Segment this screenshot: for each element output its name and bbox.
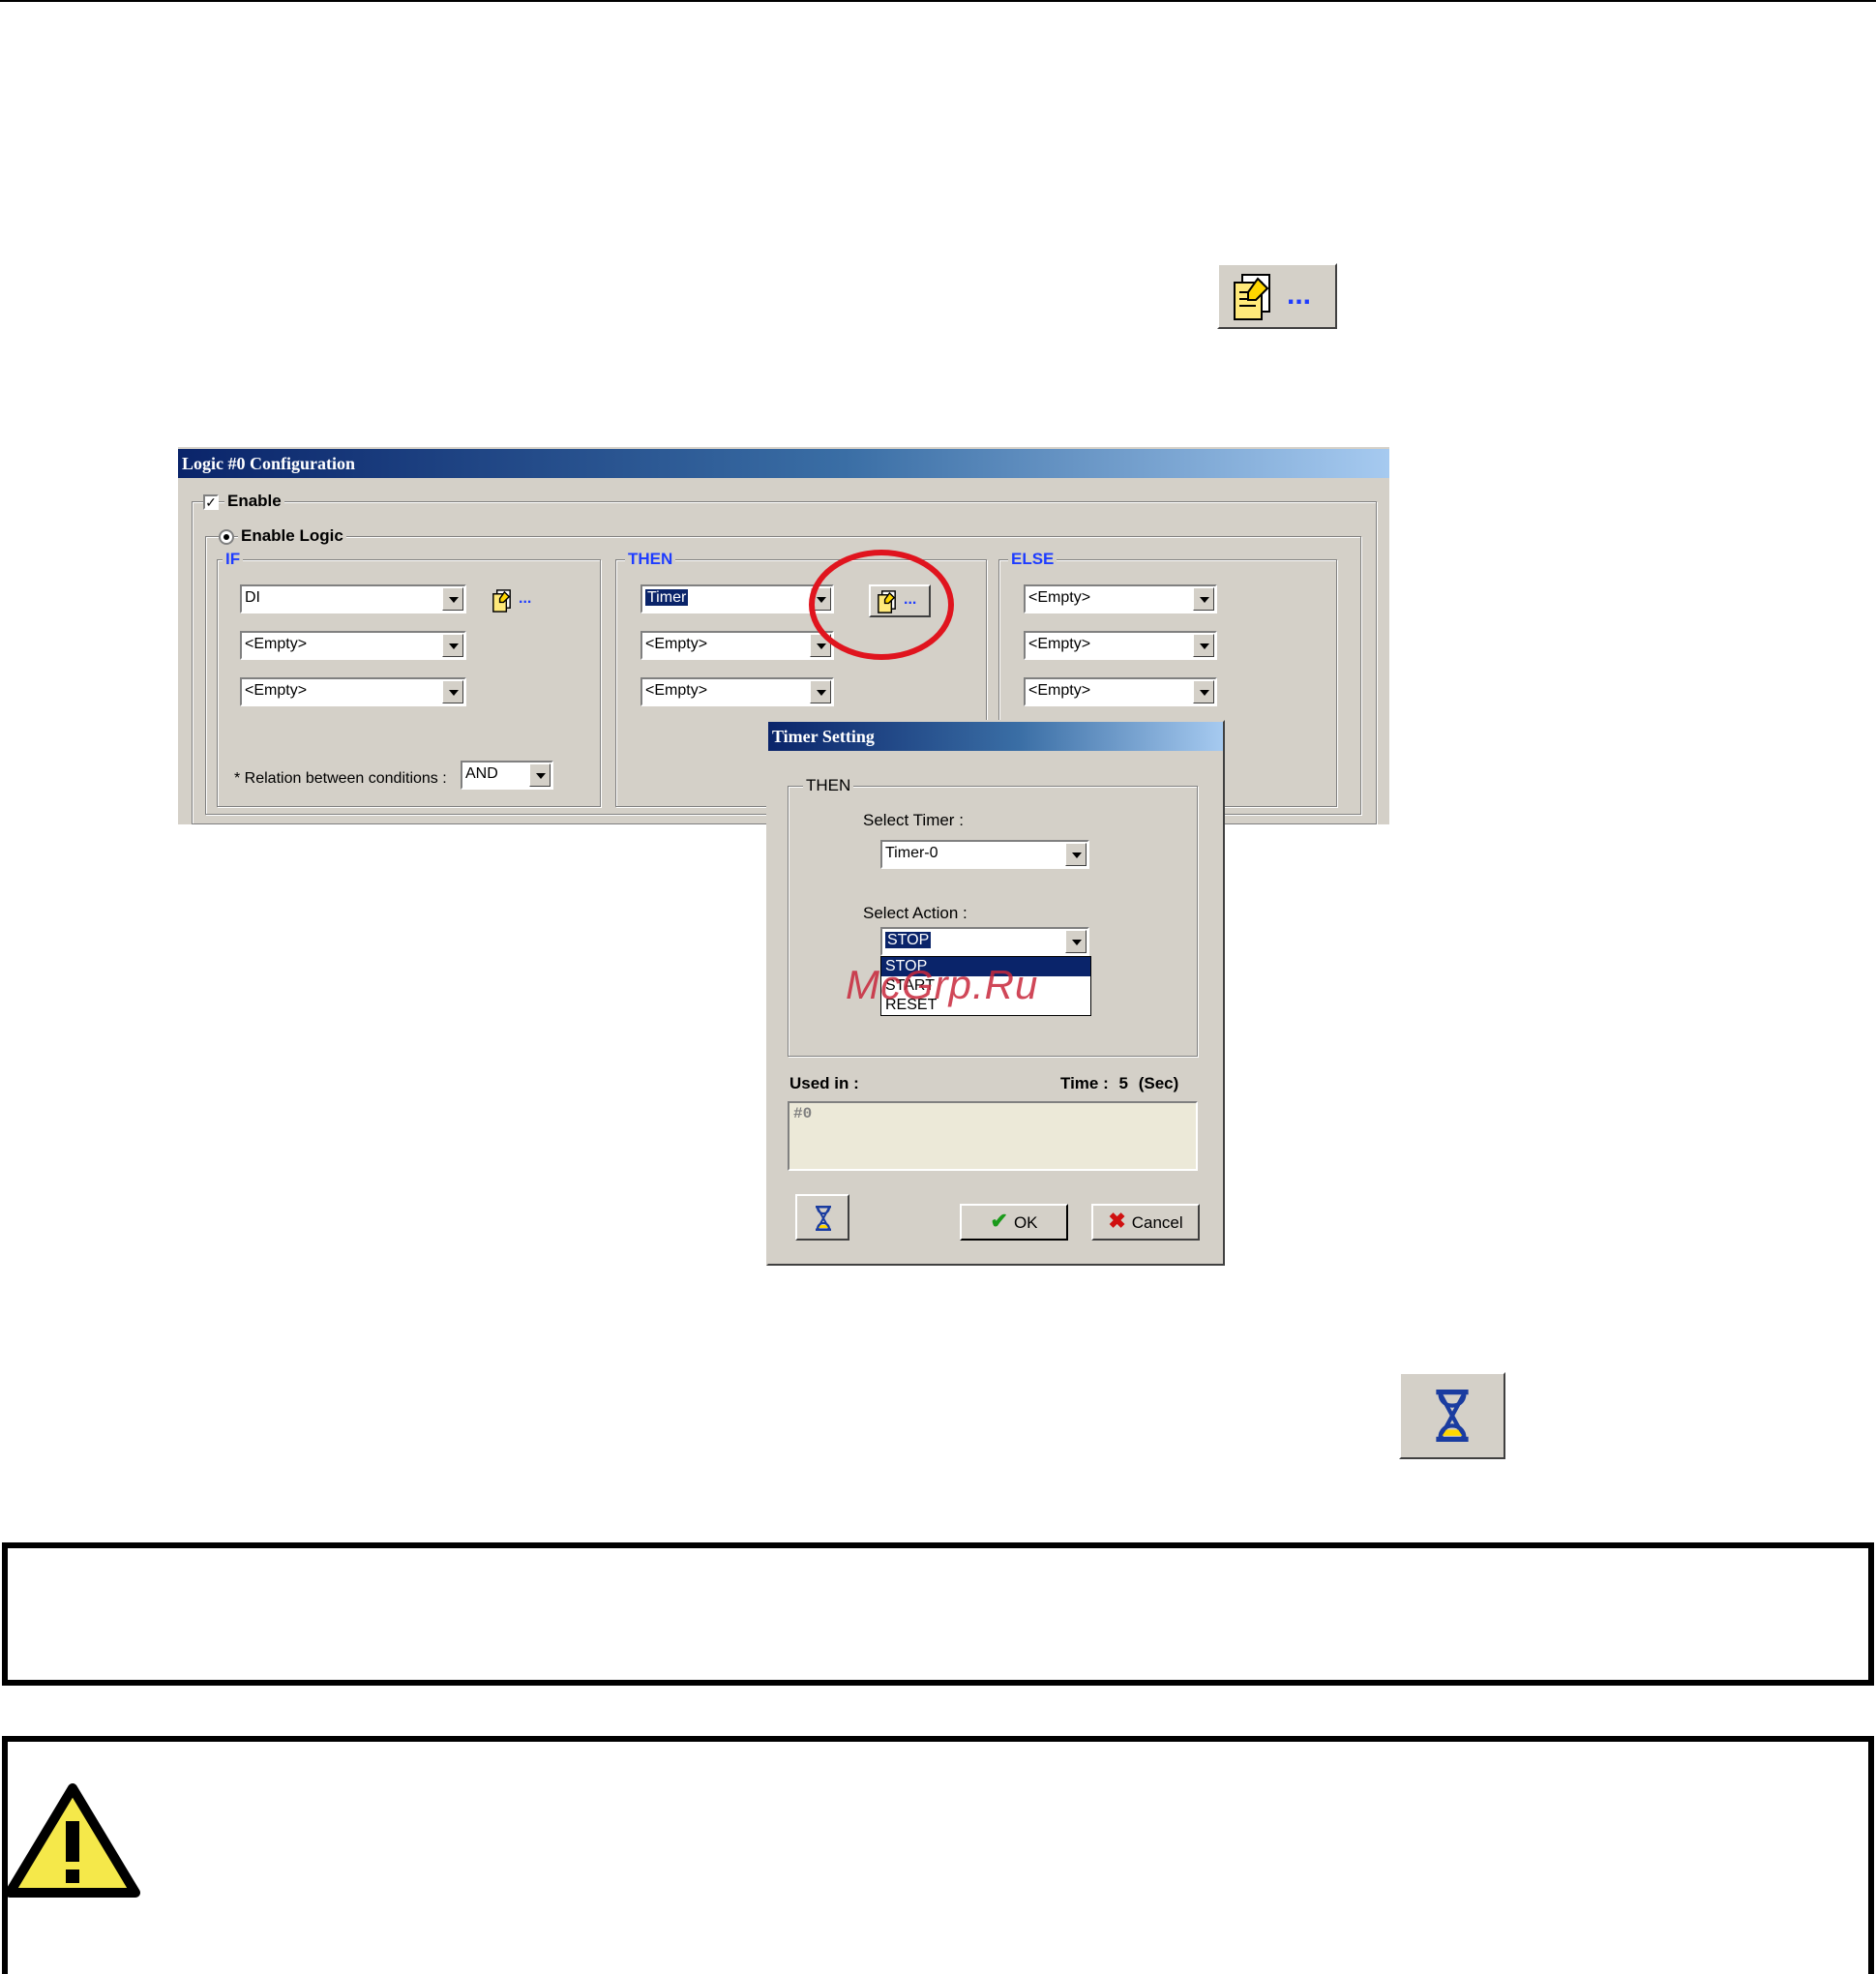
if-condition-2[interactable]: <Empty> <box>240 631 466 660</box>
select-timer-combo[interactable]: Timer-0 <box>880 840 1089 869</box>
if-property-dots: ... <box>519 590 532 607</box>
then-action-2[interactable]: <Empty> <box>640 631 834 660</box>
cancel-label: Cancel <box>1131 1213 1183 1232</box>
timer-then-legend: THEN <box>803 776 854 795</box>
property-sheet-icon <box>1234 274 1270 320</box>
if-condition-1[interactable]: DI <box>240 584 466 613</box>
relation-label: * Relation between conditions : <box>234 770 447 787</box>
hourglass-icon <box>816 1206 831 1231</box>
used-in-box: #0 <box>788 1101 1198 1171</box>
chevron-down-icon <box>1193 587 1214 611</box>
top-rule <box>0 0 1876 2</box>
chevron-down-icon <box>442 634 463 657</box>
note-box <box>2 1542 1874 1686</box>
highlight-circle <box>809 550 954 660</box>
time-readout: Time : 5 (Sec) <box>1060 1074 1178 1093</box>
chevron-down-icon <box>1065 930 1087 953</box>
else-action-2[interactable]: <Empty> <box>1024 631 1217 660</box>
then-action-1[interactable]: Timer <box>640 584 834 613</box>
time-value: 5 <box>1118 1074 1128 1092</box>
else-action-1[interactable]: <Empty> <box>1024 584 1217 613</box>
timer-setting-titlebar: Timer Setting <box>768 722 1223 751</box>
chevron-down-icon <box>1065 843 1087 866</box>
enable-logic-radio[interactable] <box>219 529 234 545</box>
then-legend: THEN <box>625 550 676 569</box>
enable-checkbox[interactable]: ✓ <box>203 494 219 510</box>
ok-label: OK <box>1013 1213 1038 1232</box>
enable-logic-label: Enable Logic <box>238 526 346 546</box>
relation-select[interactable]: AND <box>461 761 553 790</box>
timer-list-icon-button[interactable] <box>1399 1372 1505 1459</box>
ok-button[interactable]: ✔ OK <box>960 1204 1068 1241</box>
timer-list-button[interactable] <box>795 1194 849 1241</box>
if-property-button[interactable]: ... <box>490 588 546 613</box>
chevron-down-icon <box>529 763 551 787</box>
enable-label: Enable <box>224 492 284 511</box>
used-in-label: Used in : <box>789 1074 859 1092</box>
if-legend: IF <box>223 550 244 569</box>
hourglass-icon <box>1436 1390 1469 1442</box>
select-action-combo[interactable]: STOP <box>880 927 1089 956</box>
cancel-button[interactable]: ✖ Cancel <box>1091 1204 1200 1241</box>
logic-config-titlebar: Logic #0 Configuration <box>178 449 1389 478</box>
warning-icon <box>5 1783 140 1898</box>
chevron-down-icon <box>810 680 831 703</box>
select-timer-label: Select Timer : <box>863 811 964 829</box>
time-label: Time : <box>1060 1074 1109 1092</box>
else-action-3[interactable]: <Empty> <box>1024 677 1217 706</box>
used-in-value: #0 <box>793 1105 813 1122</box>
cancel-x-icon: ✖ <box>1108 1209 1126 1233</box>
warning-box <box>2 1736 1874 1974</box>
property-button-dots: ... <box>1287 279 1312 311</box>
watermark: McGrp.Ru <box>846 962 1039 1007</box>
chevron-down-icon <box>1193 680 1214 703</box>
chevron-down-icon <box>442 680 463 703</box>
checkmark-icon: ✔ <box>990 1209 1008 1233</box>
property-sheet-icon <box>492 589 511 613</box>
chevron-down-icon <box>1193 634 1214 657</box>
property-button[interactable]: ... <box>1217 263 1337 329</box>
then-action-3[interactable]: <Empty> <box>640 677 834 706</box>
if-condition-3[interactable]: <Empty> <box>240 677 466 706</box>
else-legend: ELSE <box>1008 550 1057 569</box>
time-unit: (Sec) <box>1138 1074 1179 1092</box>
select-action-label: Select Action : <box>863 904 968 922</box>
chevron-down-icon <box>442 587 463 611</box>
timer-then-group <box>788 786 1198 1057</box>
